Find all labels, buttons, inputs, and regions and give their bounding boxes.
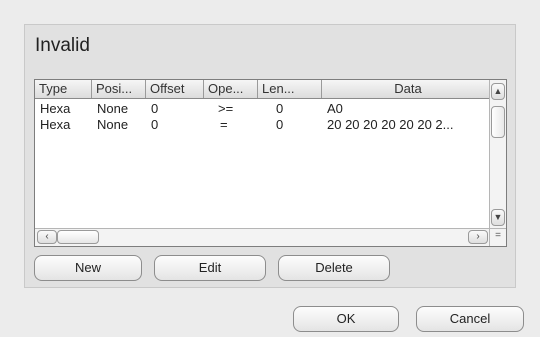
table-header: Type Posi... Offset Ope... Len... Data [35,80,495,99]
column-header-data[interactable]: Data [322,80,495,98]
table-row[interactable]: Hexa None 0 = 0 20 20 20 20 20 20 2... [35,117,495,133]
scroll-up-icon[interactable]: ▲ [491,83,505,100]
scroll-down-icon[interactable]: ▼ [491,209,505,226]
vertical-scroll-thumb[interactable] [491,106,505,138]
column-header-offset[interactable]: Offset [146,80,204,98]
column-header-operator[interactable]: Ope... [204,80,258,98]
cell-operator: >= [218,101,234,116]
ok-button[interactable]: OK [293,306,399,332]
table-row[interactable]: Hexa None 0 >= 0 A0 [35,101,495,117]
column-header-type[interactable]: Type [35,80,92,98]
cell-data: 20 20 20 20 20 20 2... [327,117,454,132]
cell-position: None [97,117,129,132]
cell-type: Hexa [40,117,71,132]
horizontal-scroll-thumb[interactable] [57,230,99,244]
column-header-length[interactable]: Len... [258,80,322,98]
cell-offset: 0 [151,101,159,116]
cell-type: Hexa [40,101,71,116]
invalid-group-panel: Invalid Type Posi... Offset Ope... Len..… [24,24,516,288]
horizontal-scrollbar[interactable]: ‹ › [35,228,490,246]
edit-button[interactable]: Edit [154,255,266,281]
cell-data: A0 [327,101,343,116]
cell-length: 0 [276,101,284,116]
scroll-right-icon[interactable]: › [468,230,488,244]
cell-position: None [97,101,129,116]
cell-offset: 0 [151,117,159,132]
column-header-position[interactable]: Posi... [92,80,146,98]
group-title: Invalid [35,35,90,56]
new-button[interactable]: New [34,255,142,281]
rules-table[interactable]: Type Posi... Offset Ope... Len... Data H… [34,79,507,247]
cancel-button[interactable]: Cancel [416,306,524,332]
cell-length: 0 [276,117,284,132]
delete-button[interactable]: Delete [278,255,390,281]
scroll-corner-icon: = [489,228,506,246]
vertical-scrollbar[interactable]: ▲ ▼ [489,80,506,228]
scroll-left-icon[interactable]: ‹ [37,230,57,244]
cell-operator: = [220,117,228,132]
